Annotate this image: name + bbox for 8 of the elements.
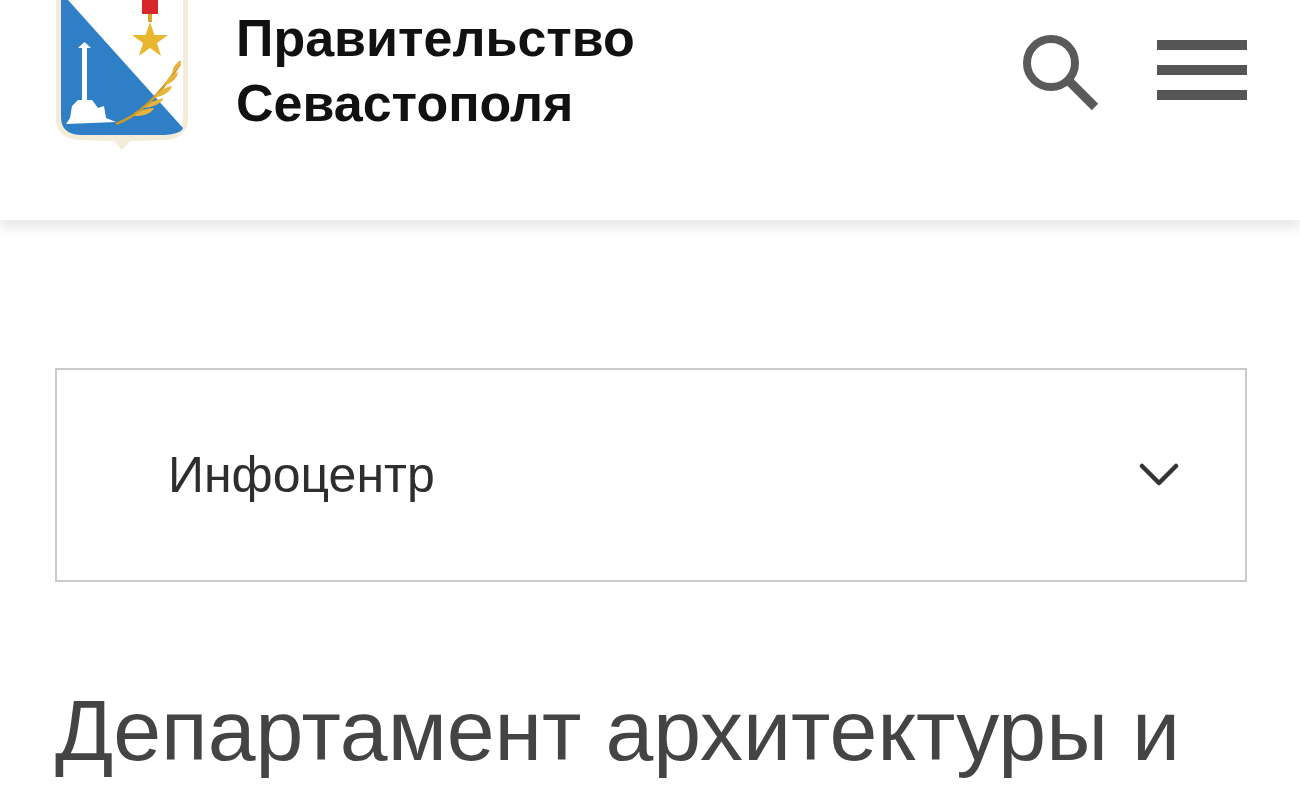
menu-button[interactable] (1157, 40, 1247, 100)
search-button[interactable] (1021, 33, 1099, 111)
site-title[interactable]: Правительство Севастополя (236, 6, 676, 136)
search-icon (1021, 33, 1099, 111)
menu-icon (1157, 40, 1247, 100)
page-heading: Департамент архитектуры и (55, 681, 1181, 780)
section-dropdown[interactable]: Инфоцентр (55, 368, 1247, 582)
coat-of-arms-logo[interactable] (54, 0, 190, 150)
